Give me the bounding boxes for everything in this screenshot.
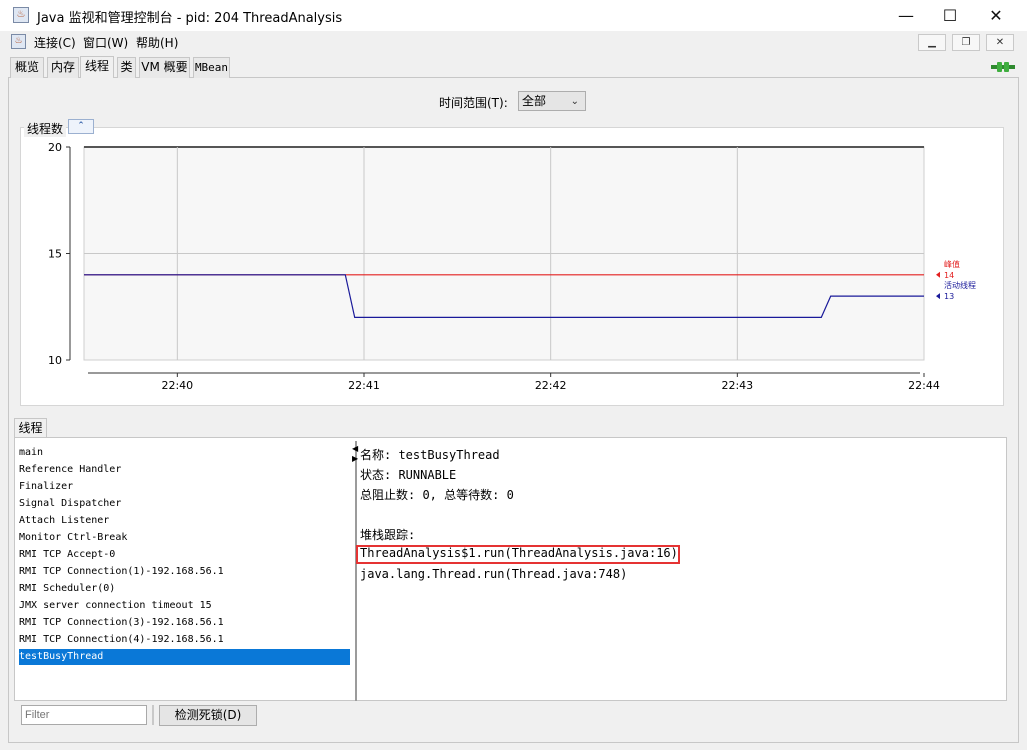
tab-memory[interactable]: 内存: [47, 57, 79, 78]
tab-classes[interactable]: 类: [117, 57, 136, 78]
y-tick-label: 10: [48, 354, 62, 367]
thread-list-item[interactable]: Finalizer: [19, 479, 350, 495]
thread-list-item[interactable]: Monitor Ctrl-Break: [19, 530, 350, 546]
tab-overview[interactable]: 概览: [10, 57, 44, 78]
x-tick-label: 22:44: [908, 379, 940, 392]
thread-list[interactable]: main Reference Handler Finalizer Signal Dis…: [15, 445, 351, 667]
x-tick-label: 22:43: [721, 379, 753, 392]
time-range-select[interactable]: 全部 ⌄: [518, 91, 586, 111]
time-range-label: 时间范围(T):: [439, 96, 508, 110]
y-tick-label: 15: [48, 248, 62, 261]
x-tick-label: 22:41: [348, 379, 380, 392]
menu-help[interactable]: 帮助(H): [136, 34, 178, 51]
legend-series-name: 活动线程: [944, 280, 976, 290]
stack-frame: java.lang.Thread.run(Thread.java:748): [360, 567, 628, 581]
thread-list-item[interactable]: Signal Dispatcher: [19, 496, 350, 512]
thread-filter-input[interactable]: [21, 705, 147, 725]
thread-list-item[interactable]: main: [19, 445, 350, 461]
maximize-button[interactable]: ☐: [927, 0, 973, 31]
legend-current-value: 13: [944, 292, 954, 301]
highlight-annotation: [356, 545, 680, 564]
thread-list-item[interactable]: RMI Scheduler(0): [19, 581, 350, 597]
thread-list-item[interactable]: Attach Listener: [19, 513, 350, 529]
divider: [152, 705, 154, 725]
legend-series-name: 峰值: [944, 259, 960, 269]
thread-list-item[interactable]: RMI TCP Connection(4)-192.168.56.1: [19, 632, 350, 648]
thread-state: 状态: RUNNABLE: [360, 468, 457, 482]
legend-current-value: 14: [944, 271, 954, 280]
thread-name: 名称: testBusyThread: [360, 448, 500, 462]
thread-count-chart: 10 15 20 22:40 22:41 22:42 22:43 22:44 峰值 14活动线程 1…: [48, 141, 976, 392]
tab-vm-summary[interactable]: VM 概要: [139, 57, 190, 78]
connection-status-icon: [991, 62, 1015, 72]
minimize-button[interactable]: —: [883, 0, 929, 31]
tab-threads[interactable]: 线程: [80, 56, 114, 78]
split-pane-divider[interactable]: [355, 441, 357, 701]
mdi-restore-button[interactable]: ❐: [952, 34, 980, 51]
thread-list-item[interactable]: Reference Handler: [19, 462, 350, 478]
chevron-down-icon: ⌄: [570, 96, 579, 107]
x-tick-label: 22:42: [535, 379, 567, 392]
thread-block-wait-counts: 总阻止数: 0, 总等待数: 0: [360, 488, 514, 502]
x-tick-label: 22:40: [161, 379, 193, 392]
java-app-icon: ♨: [13, 7, 29, 23]
title-bar: ♨ Java 监视和管理控制台 - pid: 204 ThreadAnalysi…: [0, 0, 1027, 31]
thread-list-item[interactable]: JMX server connection timeout 15: [19, 598, 350, 614]
legend-marker: [936, 293, 940, 300]
time-range-value: 全部: [522, 94, 547, 108]
legend-marker: [936, 271, 940, 278]
split-right-arrow-icon[interactable]: ▶: [352, 454, 358, 463]
jconsole-window: ♨ Java 监视和管理控制台 - pid: 204 ThreadAnalysi…: [0, 0, 1027, 750]
thread-list-item[interactable]: RMI TCP Connection(1)-192.168.56.1: [19, 564, 350, 580]
split-left-arrow-icon[interactable]: ◀: [352, 444, 358, 453]
window-title: Java 监视和管理控制台 - pid: 204 ThreadAnalysis: [37, 11, 343, 26]
detect-deadlock-button[interactable]: 检测死锁(D): [159, 705, 257, 726]
close-button[interactable]: ✕: [973, 0, 1019, 31]
mdi-close-button[interactable]: ✕: [986, 34, 1014, 51]
menu-connect[interactable]: 连接(C): [34, 34, 76, 51]
menu-window[interactable]: 窗口(W): [83, 34, 128, 51]
thread-list-item[interactable]: RMI TCP Accept-0: [19, 547, 350, 563]
mdi-minimize-button[interactable]: ▁: [918, 34, 946, 51]
java-menu-icon[interactable]: ♨: [11, 34, 26, 49]
tab-mbean[interactable]: MBean: [193, 57, 230, 78]
thread-list-item[interactable]: RMI TCP Connection(3)-192.168.56.1: [19, 615, 350, 631]
threads-section-tab[interactable]: 线程: [14, 418, 47, 438]
thread-list-item-selected[interactable]: testBusyThread: [19, 649, 350, 665]
stack-trace-label: 堆栈跟踪:: [360, 528, 416, 542]
y-tick-label: 20: [48, 141, 62, 154]
